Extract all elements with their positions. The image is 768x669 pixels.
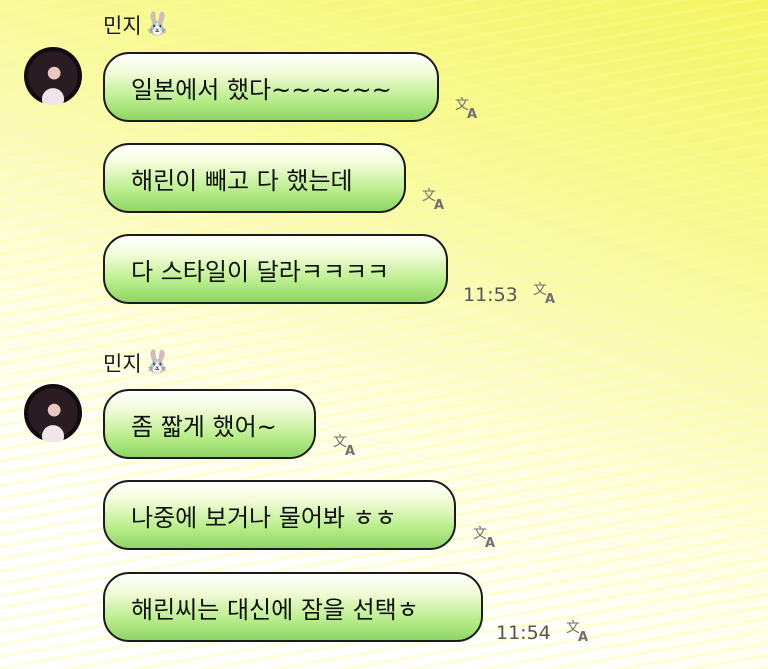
translate-icon[interactable]: 文 A	[454, 94, 482, 120]
message-bubble[interactable]: 나중에 보거나 물어봐 ㅎㅎ	[103, 480, 456, 550]
message-timestamp: 11:53	[463, 284, 518, 306]
message-bubble[interactable]: 해린씨는 대신에 잠을 선택ㅎ	[103, 572, 483, 642]
message-text: 좀 짧게 했어~	[131, 412, 277, 441]
translate-icon[interactable]: 文 A	[421, 185, 449, 211]
sender-name-text: 민지	[103, 14, 142, 38]
rabbit-emoji-icon: 🐰	[143, 12, 172, 37]
translate-icon[interactable]: 文 A	[472, 523, 500, 549]
svg-text:A: A	[434, 198, 444, 211]
message-text: 일본에서 했다~~~~~~	[131, 75, 392, 104]
rabbit-emoji-icon: 🐰	[143, 350, 172, 375]
message-bubble[interactable]: 좀 짧게 했어~	[103, 389, 316, 459]
message-text: 해린씨는 대신에 잠을 선택ㅎ	[131, 595, 419, 624]
message-timestamp: 11:54	[496, 622, 551, 644]
svg-text:A: A	[545, 292, 555, 305]
translate-icon[interactable]: 文 A	[532, 279, 560, 305]
message-text: 해린이 빼고 다 했는데	[131, 166, 353, 195]
svg-text:A: A	[345, 444, 355, 457]
profile-avatar[interactable]	[24, 47, 82, 105]
svg-text:A: A	[578, 630, 588, 643]
message-bubble[interactable]: 해린이 빼고 다 했는데	[103, 143, 406, 213]
message-text: 다 스타일이 달라ㅋㅋㅋㅋ	[131, 257, 390, 286]
profile-avatar[interactable]	[24, 384, 82, 442]
svg-text:A: A	[467, 107, 477, 120]
sender-name-text: 민지	[103, 352, 142, 376]
translate-icon[interactable]: 文 A	[565, 617, 593, 643]
message-text: 나중에 보거나 물어봐 ㅎㅎ	[131, 503, 397, 532]
translate-icon[interactable]: 文 A	[332, 431, 360, 457]
message-bubble[interactable]: 다 스타일이 달라ㅋㅋㅋㅋ	[103, 234, 448, 304]
message-bubble[interactable]: 일본에서 했다~~~~~~	[103, 52, 439, 122]
svg-text:A: A	[485, 536, 495, 549]
sender-name: 민지 🐰	[103, 348, 171, 378]
sender-name: 민지 🐰	[103, 10, 171, 40]
